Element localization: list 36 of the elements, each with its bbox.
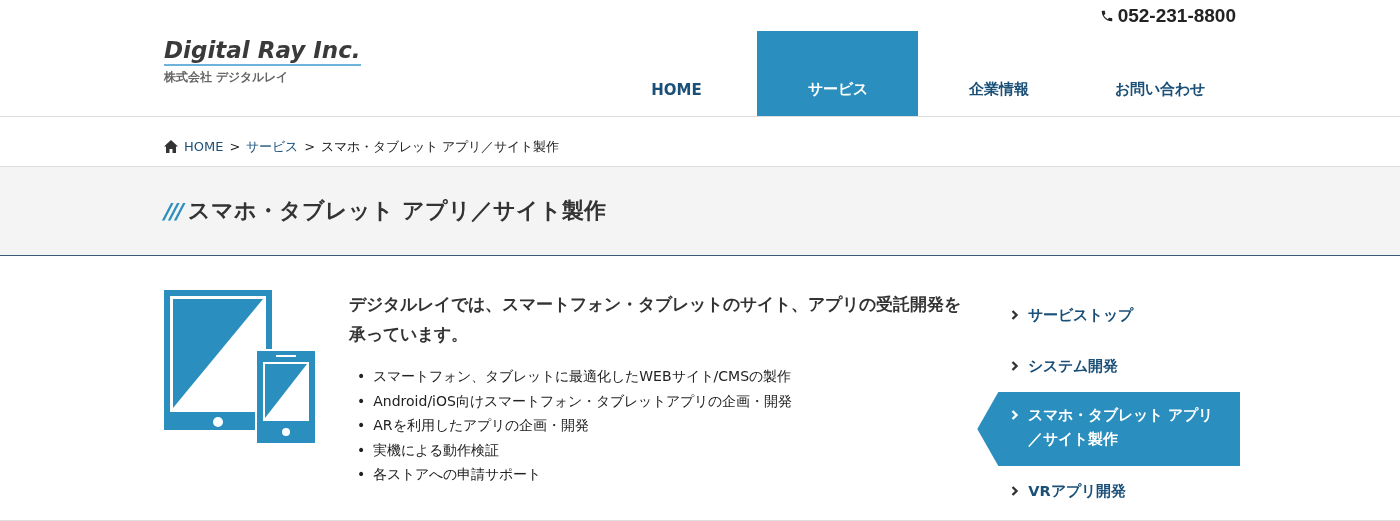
feature-item: スマートフォン、タブレットに最適化したWEBサイト/CMSの製作 [373,367,792,386]
chevron-icon [1011,310,1020,320]
phone-number: 052-231-8800 [1117,4,1236,27]
side-nav-item[interactable]: スマホ・タブレット アプリ／サイト製作 [977,392,1240,466]
feature-item: Android/iOS向けスマートフォン・タブレットアプリの企画・開発 [373,391,792,411]
side-nav-item[interactable]: サービストップ [977,290,1240,341]
bullet-marker: • [357,416,366,435]
devices-icon [164,290,317,443]
bullet-marker: • [357,465,366,484]
home-icon [164,140,178,153]
side-nav-item[interactable]: システム開発 [977,341,1240,392]
nav-tab[interactable]: サービス [757,31,918,116]
chevron-icon [1011,361,1020,371]
side-nav-item[interactable]: VRアプリ開発 [977,466,1240,517]
feature-item: 実機による動作検証 [373,440,500,460]
chevron-icon [1011,486,1020,496]
bullet-marker: • [357,391,366,411]
logo-subtitle: 株式会社 デジタルレイ [164,69,290,86]
bullet-marker: • [357,440,366,460]
breadcrumb-link[interactable]: HOME [184,139,224,154]
nav-tab[interactable]: 企業情報 [918,31,1079,116]
feature-item: 各ストアへの申請サポート [373,465,542,484]
chevron-icon [1011,410,1020,420]
page-title: スマホ・タブレット アプリ／サイト製作 [188,197,606,225]
lead-paragraph: デジタルレイでは、スマートフォン・タブレットのサイト、アプリの受託開発を承っています。 [349,294,962,346]
breadcrumb-separator: > [304,139,316,154]
logo-wordmark[interactable]: Digital Ray Inc. [164,36,361,66]
bullet-marker: • [357,367,366,386]
title-slashes: /// [164,198,183,224]
nav-tab[interactable]: HOME [596,31,757,116]
breadcrumb-link[interactable]: サービス [246,137,299,156]
breadcrumb-current: スマホ・タブレット アプリ／サイト製作 [321,137,560,156]
phone-icon [1099,8,1114,23]
nav-tab[interactable]: お問い合わせ [1079,31,1240,116]
feature-item: ARを利用したアプリの企画・開発 [373,416,589,435]
breadcrumb-separator: > [229,139,241,154]
